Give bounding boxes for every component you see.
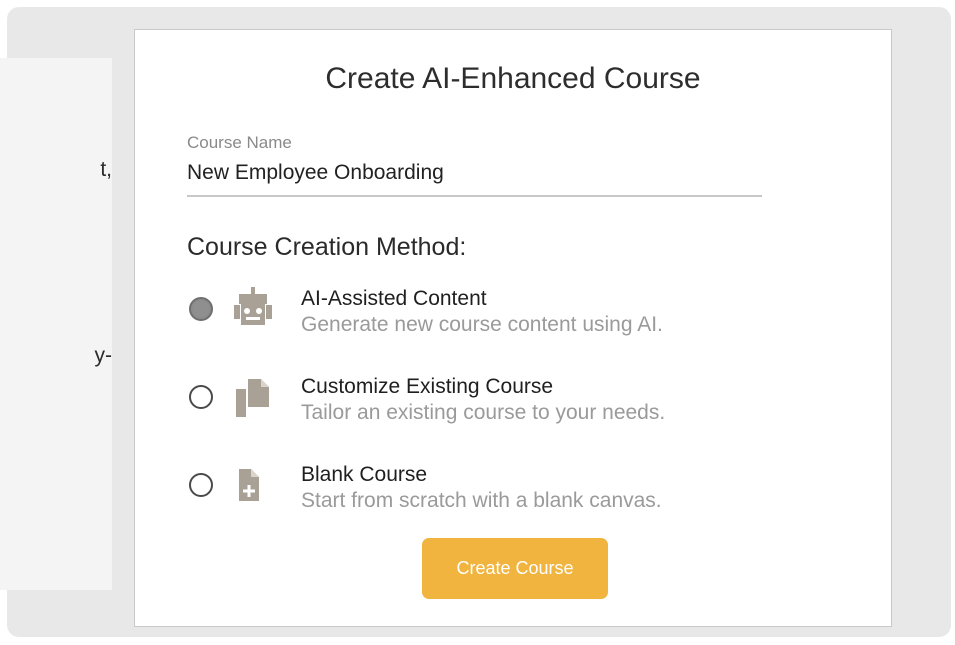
option-ai-assisted[interactable]: AI-Assisted Content Generate new course … bbox=[187, 285, 827, 345]
option-description: Start from scratch with a blank canvas. bbox=[301, 489, 662, 512]
radio-blank-course[interactable] bbox=[189, 473, 213, 497]
course-name-input[interactable]: New Employee Onboarding bbox=[187, 161, 762, 197]
course-name-field[interactable]: Course Name New Employee Onboarding bbox=[187, 133, 762, 197]
create-course-button[interactable]: Create Course bbox=[422, 538, 608, 599]
background-text-fragment: t, bbox=[100, 158, 112, 181]
create-course-dialog: Create AI-Enhanced Course Course Name Ne… bbox=[134, 29, 892, 627]
option-customize-existing[interactable]: Customize Existing Course Tailor an exis… bbox=[187, 373, 827, 433]
radio-customize-existing[interactable] bbox=[189, 385, 213, 409]
radio-ai-assisted[interactable] bbox=[189, 297, 213, 321]
new-file-icon bbox=[233, 463, 273, 505]
copy-documents-icon bbox=[233, 375, 273, 417]
background-panel: t, y- bbox=[0, 58, 112, 590]
option-title: AI-Assisted Content bbox=[301, 287, 487, 310]
option-description: Generate new course content using AI. bbox=[301, 313, 663, 336]
option-description: Tailor an existing course to your needs. bbox=[301, 401, 666, 424]
option-blank-course[interactable]: Blank Course Start from scratch with a b… bbox=[187, 461, 827, 521]
robot-icon bbox=[233, 287, 273, 329]
option-title: Customize Existing Course bbox=[301, 375, 554, 398]
creation-method-heading: Course Creation Method: bbox=[187, 233, 467, 261]
option-title: Blank Course bbox=[301, 463, 428, 486]
dialog-title: Create AI-Enhanced Course bbox=[325, 62, 701, 95]
course-name-label: Course Name bbox=[187, 133, 292, 152]
background-text-fragment: y- bbox=[94, 344, 113, 367]
